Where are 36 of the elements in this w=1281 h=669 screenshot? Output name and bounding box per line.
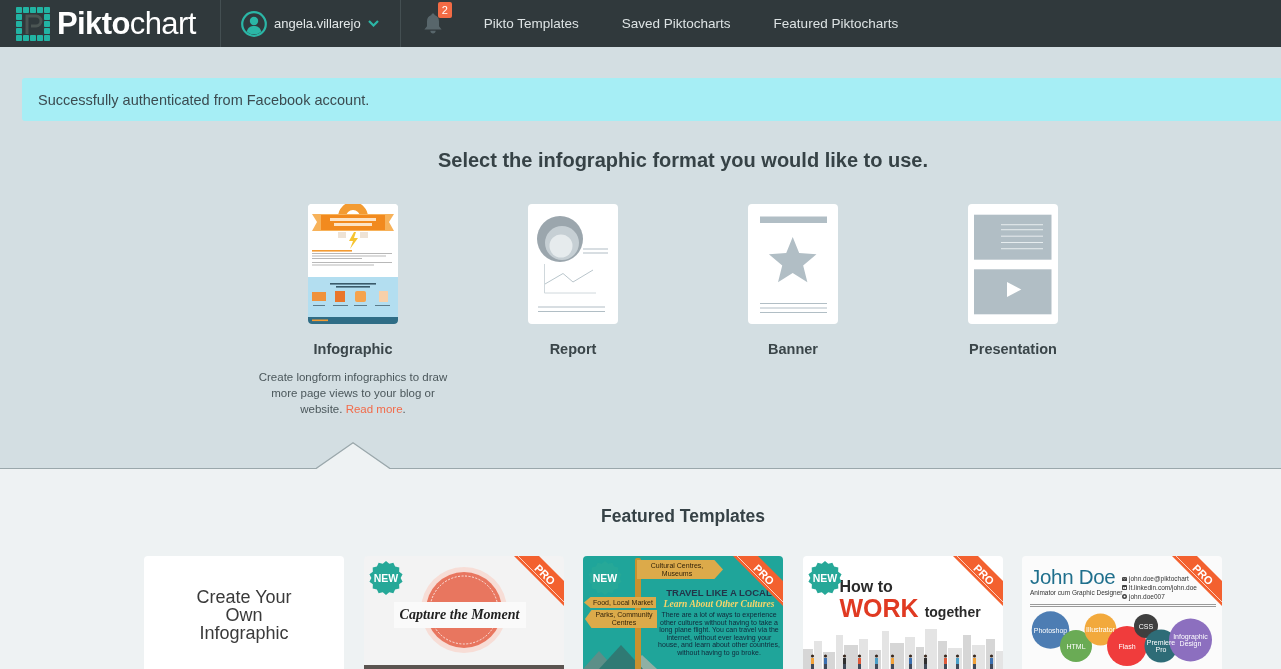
- square-icon: [1122, 585, 1127, 590]
- logo-icon: [16, 6, 50, 41]
- format-label[interactable]: Presentation: [969, 339, 1057, 359]
- resume-name: John Doe: [1030, 566, 1116, 588]
- format-label[interactable]: Report: [549, 339, 597, 359]
- bell-icon[interactable]: [423, 13, 442, 34]
- banner-icon: [759, 215, 827, 313]
- section-title: Featured Templates: [601, 505, 765, 527]
- notification-badge: 2: [437, 2, 452, 18]
- chevron-down-icon: [367, 20, 379, 27]
- poster-title: How to: [839, 578, 893, 595]
- user-menu-button[interactable]: angela.villarejo: [221, 0, 400, 47]
- nav-link[interactable]: Saved Piktocharts: [621, 16, 731, 31]
- format-picker-title: Select the infographic format you would like to use.: [437, 148, 929, 173]
- nav-link[interactable]: Pikto Templates: [483, 16, 579, 31]
- envelope-icon: [1122, 576, 1127, 581]
- success-alert: Successfully authenticated from Facebook account.: [22, 78, 1281, 121]
- card-title: Create Your Own Infographic: [195, 588, 293, 642]
- user-avatar-icon: [241, 10, 267, 37]
- new-badge: NEW: [588, 561, 622, 595]
- logo-text[interactable]: Piktochart: [57, 6, 196, 41]
- format-card[interactable]: [308, 204, 398, 324]
- report-icon: [537, 215, 609, 313]
- template-card[interactable]: [583, 556, 783, 669]
- format-card[interactable]: [528, 204, 618, 324]
- poster-headline: WORK: [839, 595, 919, 621]
- presentation-icon: [974, 213, 1052, 315]
- format-description: Create longform infographics to draw more page views to your blog or website. Read more.: [257, 370, 449, 417]
- format-label[interactable]: Banner: [768, 339, 818, 359]
- format-label[interactable]: Infographic: [313, 339, 393, 359]
- circle-icon: [1122, 594, 1127, 599]
- nav-link[interactable]: Featured Piktocharts: [773, 16, 899, 31]
- template-card[interactable]: Create Your Own Infographic: [144, 556, 344, 669]
- poster-title: together: [924, 604, 981, 620]
- new-badge: NEW: [368, 561, 403, 595]
- poster-title: Capture the Moment: [393, 602, 526, 628]
